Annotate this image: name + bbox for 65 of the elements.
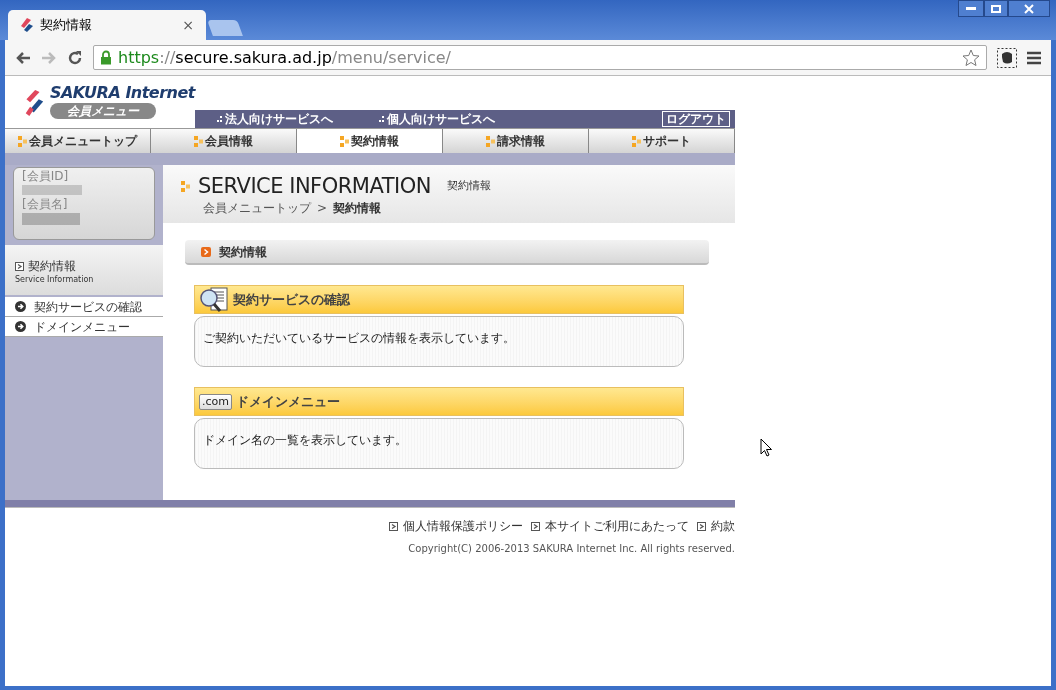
minimize-button[interactable]	[958, 0, 984, 17]
arrow-box-icon	[697, 521, 706, 531]
breadcrumb-item: 契約情報	[333, 200, 382, 217]
redacted-value	[22, 213, 80, 225]
tab-close-button[interactable]: ×	[182, 14, 194, 36]
star-icon[interactable]	[962, 48, 980, 67]
bullet-icon	[340, 135, 349, 147]
card-title: 契約サービスの確認	[233, 290, 350, 309]
bullet-icon	[486, 135, 495, 147]
arrow-circle-icon	[15, 321, 26, 332]
menu-icon[interactable]	[1027, 50, 1041, 65]
card-title: ドメインメニュー	[236, 392, 340, 411]
nav-tab[interactable]: 請求情報	[443, 129, 589, 153]
breadcrumb-separator: >	[317, 200, 328, 217]
member-name-label: [会員名]	[22, 197, 69, 211]
address-bar[interactable]: https://secure.sakura.ad.jp/menu/service/	[93, 45, 987, 70]
maximize-button[interactable]	[984, 0, 1008, 17]
service-link[interactable]: 個人向けサービスへ	[379, 110, 541, 128]
bullet-icon	[632, 135, 641, 147]
lock-icon	[100, 50, 112, 65]
bullet-icon	[18, 135, 27, 147]
tab-title: 契約情報	[40, 16, 92, 35]
arrow-box-icon	[201, 246, 211, 257]
arrow-box-icon	[531, 521, 540, 531]
sidebar-subtitle: Service Information	[15, 275, 95, 285]
back-icon[interactable]	[15, 50, 31, 65]
nav-tab[interactable]: 契約情報	[297, 129, 443, 153]
footer-link[interactable]: 約款	[697, 517, 735, 535]
logo-text: SAKURA Internet	[49, 84, 195, 102]
logo-subtitle: 会員メニュー	[49, 103, 156, 119]
magnifier-document-icon	[199, 286, 229, 313]
reload-icon[interactable]	[67, 49, 83, 66]
sidebar-title: 契約情報	[28, 258, 76, 275]
section-title: 契約情報	[219, 243, 267, 261]
card-text: ドメイン名の一覧を表示しています。	[203, 433, 407, 447]
browser-tab[interactable]: 契約情報 ×	[8, 10, 206, 40]
page-title: SERVICE INFORMATION	[198, 174, 431, 198]
nav-tab[interactable]: サポート	[589, 129, 735, 153]
bullet-icon	[194, 135, 203, 147]
card-text: ご契約いただいているサービスの情報を表示しています。	[203, 331, 515, 345]
bullet-icon	[181, 180, 190, 192]
url-text: https://secure.sakura.ad.jp/menu/service/	[118, 46, 451, 69]
nav-tab[interactable]: 会員情報	[151, 129, 297, 153]
arrow-box-icon	[389, 521, 398, 531]
logout-button[interactable]: ログアウト	[662, 111, 730, 127]
arrow-box-icon	[15, 261, 24, 271]
mouse-pointer-icon	[760, 438, 773, 457]
domain-badge: .com	[199, 393, 232, 410]
dots-icon	[217, 116, 222, 122]
page-subtitle: 契約情報	[446, 177, 491, 194]
sidebar-item[interactable]: ドメインメニュー	[5, 317, 163, 337]
copyright: Copyright(C) 2006-2013 SAKURA Internet Inc. All rights reserved.	[408, 542, 735, 556]
close-icon	[1023, 3, 1035, 14]
favicon-icon	[20, 17, 34, 33]
arrow-circle-icon	[15, 301, 26, 312]
breadcrumb-item[interactable]: 会員メニュートップ	[203, 199, 311, 217]
nav-tab[interactable]: 会員メニュートップ	[5, 129, 151, 153]
sidebar-item[interactable]: 契約サービスの確認	[5, 297, 163, 317]
footer-link[interactable]: 本サイトご利用にあたって	[531, 517, 689, 535]
redacted-value	[22, 185, 82, 195]
service-link[interactable]: 法人向けサービスへ	[217, 110, 379, 128]
dots-icon	[379, 116, 384, 122]
member-id-label: [会員ID]	[22, 169, 70, 183]
footer-link[interactable]: 個人情報保護ポリシー	[389, 517, 523, 535]
close-button[interactable]	[1008, 0, 1050, 17]
